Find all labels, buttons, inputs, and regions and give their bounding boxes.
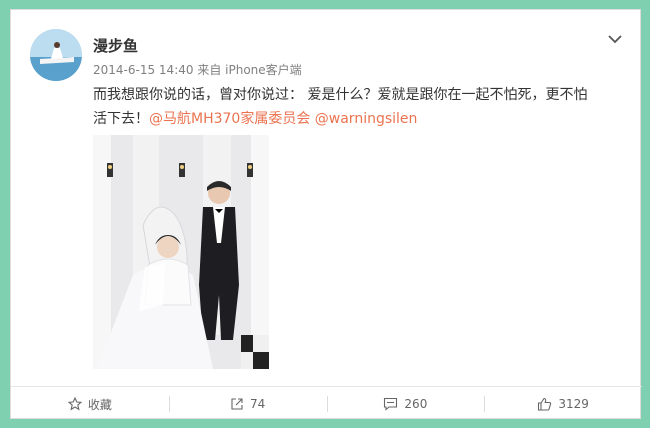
action-bar: 收藏 74 260 3129 [11,386,642,421]
post-text-line1: 而我想跟你说的话，曾对你说过： 爱是什么？爱就是跟你在一起不怕死，更不怕 [93,87,588,103]
comment-count: 260 [404,397,428,411]
comment-icon [384,397,398,411]
avatar[interactable] [30,29,82,81]
like-button[interactable]: 3129 [484,387,642,421]
post-timestamp[interactable]: 2014-6-15 14:40 [93,63,194,77]
post-photo[interactable] [93,135,269,369]
post-text-tail: 活下去！ [93,111,149,127]
weibo-post-card: 漫步鱼 2014-6-15 14:40 来自 iPhone客户端 而我想跟你说的… [10,9,642,421]
share-icon [231,398,243,410]
repost-count: 74 [249,397,266,411]
username[interactable]: 漫步鱼 [93,35,138,56]
favorite-button[interactable]: 收藏 [11,387,169,421]
thumbs-up-icon [538,397,552,411]
post-text-line2: 活下去！@马航MH370家属委员会 @warningsilen [93,107,633,131]
like-count: 3129 [558,397,589,411]
repost-button[interactable]: 74 [168,387,327,421]
star-icon [67,397,82,411]
comment-button[interactable]: 260 [326,387,485,421]
mention-link-warningsilen[interactable]: @warningsilen [315,111,418,127]
post-source: 来自 iPhone客户端 [197,63,302,77]
chevron-down-icon[interactable] [607,30,623,44]
mention-link-mh370[interactable]: @马航MH370家属委员会 [149,111,310,127]
post-meta: 2014-6-15 14:40 来自 iPhone客户端 [93,61,302,78]
favorite-label: 收藏 [87,397,112,412]
post-text: 而我想跟你说的话，曾对你说过： 爱是什么？爱就是跟你在一起不怕死，更不怕 活下去… [93,83,633,131]
